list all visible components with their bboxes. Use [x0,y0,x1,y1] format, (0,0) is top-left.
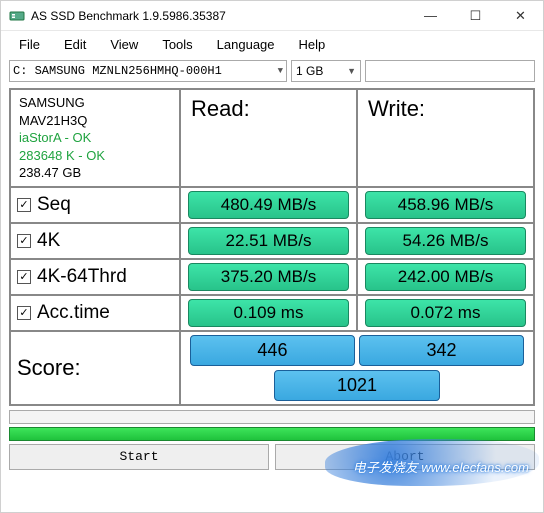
row-4k64-read-value: 375.20 MB/s [188,263,349,291]
abort-button[interactable]: Abort [275,444,535,470]
row-seq-read-cell: 480.49 MB/s [180,187,357,223]
row-4k64-write-cell: 242.00 MB/s [357,259,534,295]
row-seq: ✓ Seq 480.49 MB/s 458.96 MB/s [10,187,534,223]
row-acc-read-cell: 0.109 ms [180,295,357,331]
drive-select-value: C: SAMSUNG MZNLN256HMHQ-000H1 [13,64,222,78]
row-4k: ✓ 4K 22.51 MB/s 54.26 MB/s [10,223,534,259]
score-values-cell: 446 342 1021 [180,331,534,405]
titlebar: AS SSD Benchmark 1.9.5986.35387 — ☐ ✕ [1,1,543,31]
progress-bar-1 [9,410,535,424]
menubar: File Edit View Tools Language Help [1,31,543,58]
row-4k64-label: 4K-64Thrd [37,266,127,288]
menu-file[interactable]: File [9,35,50,54]
row-4k-write-cell: 54.26 MB/s [357,223,534,259]
chevron-down-icon: ▼ [278,66,283,76]
row-4k64: ✓ 4K-64Thrd 375.20 MB/s 242.00 MB/s [10,259,534,295]
drive-info-cell: SAMSUNG MAV21H3Q iaStorA - OK 283648 K -… [10,89,180,187]
row-acc-write-value: 0.072 ms [365,299,526,327]
minimize-button[interactable]: — [408,1,453,31]
results-grid: SAMSUNG MAV21H3Q iaStorA - OK 283648 K -… [9,88,535,406]
menu-edit[interactable]: Edit [54,35,96,54]
checkbox-4k64[interactable]: ✓ [17,270,31,284]
row-score: Score: 446 342 1021 [10,331,534,405]
row-seq-label-cell: ✓ Seq [10,187,180,223]
row-4k-read-value: 22.51 MB/s [188,227,349,255]
row-acc-write-cell: 0.072 ms [357,295,534,331]
row-4k-read-cell: 22.51 MB/s [180,223,357,259]
score-label: Score: [17,355,81,381]
row-acc-label: Acc.time [37,302,110,324]
score-write-value: 342 [359,335,524,366]
write-header: Write: [357,89,534,187]
close-button[interactable]: ✕ [498,1,543,31]
window-title: AS SSD Benchmark 1.9.5986.35387 [31,9,408,23]
drive-capacity: 238.47 GB [19,164,171,182]
row-4k64-label-cell: ✓ 4K-64Thrd [10,259,180,295]
score-label-cell: Score: [10,331,180,405]
progress-bars [9,410,535,441]
checkbox-seq[interactable]: ✓ [17,198,31,212]
score-read-value: 446 [190,335,355,366]
row-acc-read-value: 0.109 ms [188,299,349,327]
read-header: Read: [180,89,357,187]
row-4k-write-value: 54.26 MB/s [365,227,526,255]
drive-alignment-status: 283648 K - OK [19,147,171,165]
drive-driver-status: iaStorA - OK [19,129,171,147]
row-acc-label-cell: ✓ Acc.time [10,295,180,331]
chevron-down-icon: ▼ [347,66,356,76]
filter-input[interactable] [365,60,535,82]
checkbox-acc[interactable]: ✓ [17,306,31,320]
score-total-value: 1021 [274,370,439,401]
start-button[interactable]: Start [9,444,269,470]
menu-tools[interactable]: Tools [152,35,202,54]
drive-firmware: MAV21H3Q [19,112,171,130]
row-seq-read-value: 480.49 MB/s [188,191,349,219]
selector-row: C: SAMSUNG MZNLN256HMHQ-000H1 ▼ 1 GB ▼ [1,58,543,88]
progress-bar-2 [9,427,535,441]
menu-language[interactable]: Language [207,35,285,54]
row-4k64-read-cell: 375.20 MB/s [180,259,357,295]
row-seq-write-cell: 458.96 MB/s [357,187,534,223]
maximize-button[interactable]: ☐ [453,1,498,31]
menu-view[interactable]: View [100,35,148,54]
row-4k-label: 4K [37,230,60,252]
row-4k64-write-value: 242.00 MB/s [365,263,526,291]
row-seq-write-value: 458.96 MB/s [365,191,526,219]
row-4k-label-cell: ✓ 4K [10,223,180,259]
menu-help[interactable]: Help [289,35,336,54]
size-select-value: 1 GB [296,64,323,78]
app-icon [9,8,25,24]
button-row: Start Abort [9,444,535,470]
size-select[interactable]: 1 GB ▼ [291,60,361,82]
drive-vendor: SAMSUNG [19,94,171,112]
row-seq-label: Seq [37,194,71,216]
checkbox-4k[interactable]: ✓ [17,234,31,248]
window-controls: — ☐ ✕ [408,1,543,31]
header-row: SAMSUNG MAV21H3Q iaStorA - OK 283648 K -… [10,89,534,187]
row-acc: ✓ Acc.time 0.109 ms 0.072 ms [10,295,534,331]
drive-select[interactable]: C: SAMSUNG MZNLN256HMHQ-000H1 ▼ [9,60,287,82]
